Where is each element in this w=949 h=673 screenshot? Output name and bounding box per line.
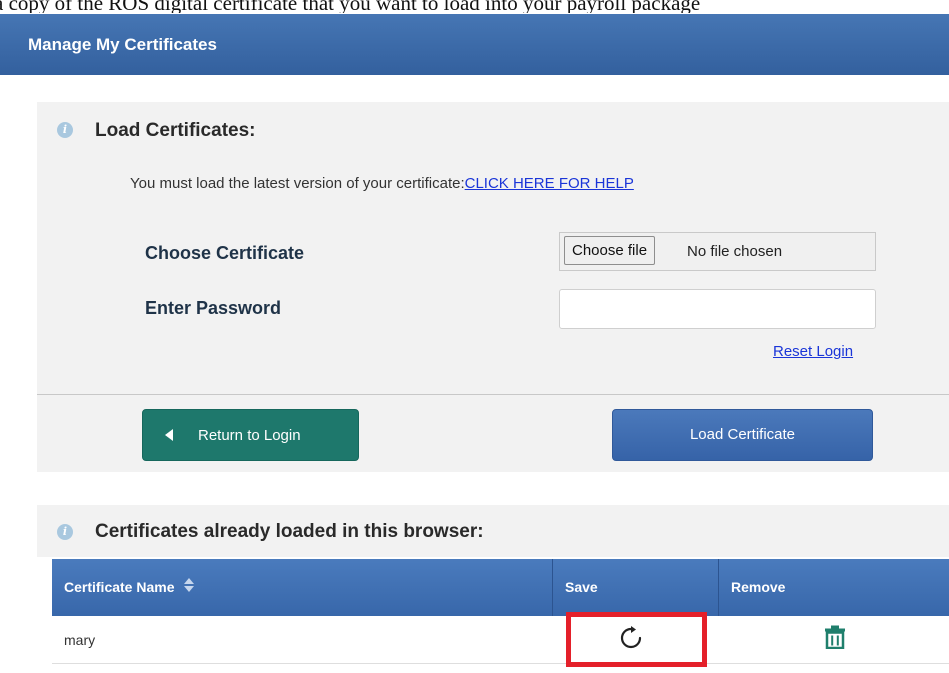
load-certificates-title: Load Certificates:	[95, 120, 256, 141]
header-bar: Manage My Certificates	[0, 14, 949, 75]
divider	[37, 394, 949, 395]
info-icon: i	[57, 122, 73, 138]
column-header-save: Save	[553, 559, 718, 616]
column-label: Save	[565, 579, 598, 595]
column-label: Remove	[731, 579, 786, 595]
caret-left-icon	[165, 429, 173, 441]
trash-icon[interactable]	[824, 625, 846, 649]
info-icon: i	[57, 524, 73, 540]
help-text: You must load the latest version of your…	[130, 175, 465, 192]
choose-certificate-label: Choose Certificate	[145, 243, 305, 263]
page-caption: a copy of the ROS digital certificate th…	[0, 0, 701, 13]
choose-file-button[interactable]: Choose file	[564, 236, 656, 265]
column-header-remove: Remove	[719, 559, 949, 616]
return-to-login-button[interactable]: Return to Login	[142, 409, 359, 461]
file-status: No file chosen	[687, 243, 783, 260]
loaded-certificates-title: Certificates already loaded in this brow…	[95, 521, 484, 542]
load-certificate-label: Load Certificate	[689, 426, 796, 443]
reset-login-link[interactable]: Reset Login	[773, 343, 853, 360]
file-input[interactable]: Choose file No file chosen	[559, 232, 876, 271]
enter-password-label: Enter Password	[145, 298, 282, 318]
certificates-table-header: Certificate Name Save Remove	[52, 559, 949, 616]
load-certificate-button[interactable]: Load Certificate	[612, 409, 873, 461]
header-title: Manage My Certificates	[28, 35, 217, 54]
column-header-certificate-name[interactable]: Certificate Name	[52, 559, 552, 616]
help-line: You must load the latest version of your…	[130, 175, 634, 192]
return-to-login-label: Return to Login	[198, 427, 301, 444]
certificate-name-cell: mary	[64, 632, 96, 648]
table-row: mary	[52, 617, 949, 664]
password-input[interactable]	[559, 289, 876, 329]
save-highlight-box	[566, 612, 707, 667]
column-label: Certificate Name	[64, 579, 175, 595]
help-link[interactable]: CLICK HERE FOR HELP	[465, 175, 634, 192]
sort-icon[interactable]	[184, 578, 195, 593]
